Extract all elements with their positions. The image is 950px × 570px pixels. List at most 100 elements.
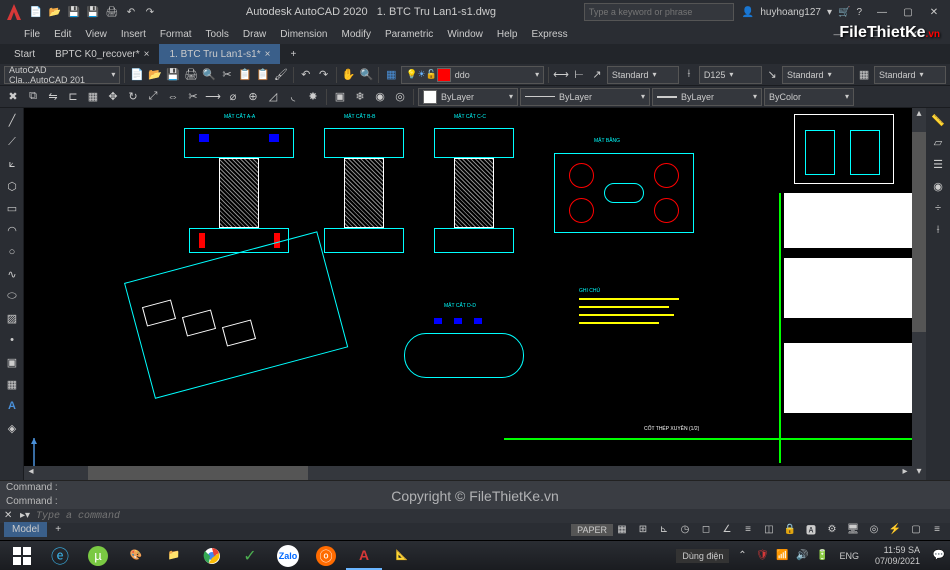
tab-recover[interactable]: BPTC K0_recover* × bbox=[45, 44, 159, 64]
hardwareaccel-icon[interactable]: ⚡ bbox=[886, 521, 904, 539]
spline-icon[interactable]: ∿ bbox=[2, 264, 22, 284]
polar-icon[interactable]: ◷ bbox=[676, 521, 694, 539]
move-icon[interactable]: ✥ bbox=[104, 88, 122, 106]
table-icon[interactable]: ▦ bbox=[2, 374, 22, 394]
linetype-dropdown[interactable]: ByLayer▾ bbox=[520, 88, 650, 106]
layer-manager-icon[interactable]: ▦ bbox=[383, 66, 399, 84]
model-tab[interactable]: Model bbox=[4, 522, 47, 537]
zoom-icon[interactable]: 🔍 bbox=[358, 66, 374, 84]
ellipse-icon[interactable]: ⬭ bbox=[2, 286, 22, 306]
arc-icon[interactable]: ◠ bbox=[2, 220, 22, 240]
redo-icon[interactable]: ↷ bbox=[142, 4, 158, 20]
menu-edit[interactable]: Edit bbox=[54, 29, 71, 40]
area-icon[interactable]: ▱ bbox=[928, 132, 948, 152]
explorer-icon[interactable]: 📁 bbox=[156, 542, 192, 570]
measure-icon[interactable]: ⟊ bbox=[928, 220, 948, 240]
coccoc-icon[interactable]: ✓ bbox=[232, 542, 268, 570]
dimstyle-dropdown[interactable]: Standard▾ bbox=[607, 66, 679, 84]
erase-icon[interactable]: ✖ bbox=[4, 88, 22, 106]
paint-icon[interactable]: 🎨 bbox=[118, 542, 154, 570]
annotation-icon[interactable]: 🅰 bbox=[802, 521, 820, 539]
app2-icon[interactable]: 📐 bbox=[384, 542, 420, 570]
customize-icon[interactable]: ≡ bbox=[928, 521, 946, 539]
preview-icon[interactable]: 🔍 bbox=[201, 66, 217, 84]
ie-icon[interactable]: ⓔ bbox=[42, 542, 78, 570]
shield-icon[interactable]: 🛡 bbox=[755, 549, 769, 563]
search-input[interactable] bbox=[584, 3, 734, 21]
mirror-icon[interactable]: ⇋ bbox=[44, 88, 62, 106]
id-icon[interactable]: ◉ bbox=[928, 176, 948, 196]
fillet-icon[interactable]: ◟ bbox=[284, 88, 302, 106]
save-icon[interactable]: 💾 bbox=[165, 66, 181, 84]
pan-icon[interactable]: ✋ bbox=[341, 66, 357, 84]
menu-insert[interactable]: Insert bbox=[121, 29, 146, 40]
isolate-icon[interactable]: ◎ bbox=[865, 521, 883, 539]
utorrent-icon[interactable]: µ bbox=[80, 542, 116, 570]
tray-chevron-icon[interactable]: ⌃ bbox=[735, 549, 749, 563]
menu-tools[interactable]: Tools bbox=[206, 29, 229, 40]
tab-start[interactable]: Start bbox=[4, 44, 45, 64]
copy-icon[interactable]: 📋 bbox=[237, 66, 253, 84]
chrome-icon[interactable] bbox=[194, 542, 230, 570]
new-icon[interactable]: 📄 bbox=[28, 4, 44, 20]
dim-continue-icon[interactable]: ⊢ bbox=[571, 66, 587, 84]
polyline-icon[interactable]: ⟀ bbox=[2, 154, 22, 174]
menu-view[interactable]: View bbox=[85, 29, 107, 40]
network-icon[interactable]: 📶 bbox=[775, 549, 789, 563]
dim-icon[interactable]: ⟊ bbox=[681, 66, 697, 84]
drawing-canvas[interactable]: MẶT CẮT A-A MẶT CẮT B-B MẶT CẮT C-C MẶT … bbox=[24, 108, 912, 480]
trim-icon[interactable]: ✂ bbox=[184, 88, 202, 106]
ortho-icon[interactable]: ⊾ bbox=[655, 521, 673, 539]
action-center-icon[interactable]: 💬 bbox=[932, 549, 946, 563]
array-icon[interactable]: ▦ bbox=[84, 88, 102, 106]
color-dropdown[interactable]: ByLayer▾ bbox=[418, 88, 518, 106]
lineweight-dropdown[interactable]: ByLayer▾ bbox=[652, 88, 762, 106]
saveas-icon[interactable]: 💾 bbox=[85, 4, 101, 20]
workspace-dropdown[interactable]: AutoCAD Cla...AutoCAD 201▾ bbox=[4, 66, 120, 84]
open-icon[interactable]: 📂 bbox=[147, 66, 163, 84]
redo-icon[interactable]: ↷ bbox=[316, 66, 332, 84]
user-area[interactable]: 👤 huyhoang127 ▾ 🛒 ? bbox=[742, 7, 862, 18]
autocad-task-icon[interactable]: A bbox=[346, 542, 382, 570]
print-icon[interactable]: 🖨 bbox=[183, 66, 199, 84]
menu-dimension[interactable]: Dimension bbox=[280, 29, 327, 40]
mtext-icon[interactable]: A bbox=[2, 396, 22, 416]
extend-icon[interactable]: ⟶ bbox=[204, 88, 222, 106]
divide-icon[interactable]: ÷ bbox=[928, 198, 948, 218]
volume-icon[interactable]: 🔊 bbox=[795, 549, 809, 563]
clock[interactable]: 11:59 SA 07/09/2021 bbox=[869, 545, 926, 567]
menu-file[interactable]: File bbox=[24, 29, 40, 40]
cut-icon[interactable]: ✂ bbox=[219, 66, 235, 84]
close-button[interactable]: ✕ bbox=[922, 2, 946, 22]
workspace-icon[interactable]: ⚙ bbox=[823, 521, 841, 539]
layerfrz-icon[interactable]: ❄ bbox=[351, 88, 369, 106]
new-icon[interactable]: 📄 bbox=[129, 66, 145, 84]
tab-current[interactable]: 1. BTC Tru Lan1-s1* × bbox=[159, 44, 280, 64]
menu-express[interactable]: Express bbox=[531, 29, 567, 40]
menu-window[interactable]: Window bbox=[447, 29, 483, 40]
plotstyle-dropdown[interactable]: ByColor▾ bbox=[764, 88, 854, 106]
menu-modify[interactable]: Modify bbox=[342, 29, 371, 40]
osnap-icon[interactable]: ◻ bbox=[697, 521, 715, 539]
menu-parametric[interactable]: Parametric bbox=[385, 29, 433, 40]
layeron-icon[interactable]: ◎ bbox=[391, 88, 409, 106]
join-icon[interactable]: ⊕ bbox=[244, 88, 262, 106]
list-icon[interactable]: ☰ bbox=[928, 154, 948, 174]
dim-linear-icon[interactable]: ⟷ bbox=[553, 66, 569, 84]
layeroff-icon[interactable]: ◉ bbox=[371, 88, 389, 106]
plot-icon[interactable]: 🖨 bbox=[104, 4, 120, 20]
layout-add-button[interactable]: + bbox=[47, 522, 69, 537]
menu-format[interactable]: Format bbox=[160, 29, 192, 40]
snap-icon[interactable]: ⊞ bbox=[634, 521, 652, 539]
battery-icon[interactable]: 🔋 bbox=[815, 549, 829, 563]
vertical-scrollbar[interactable]: ▴ ▾ bbox=[912, 108, 926, 480]
match-icon[interactable]: 🖌 bbox=[273, 66, 289, 84]
scale-icon[interactable]: ⤢ bbox=[144, 88, 162, 106]
point-icon[interactable]: • bbox=[2, 330, 22, 350]
table-icon[interactable]: ▦ bbox=[856, 66, 872, 84]
hatch-icon[interactable]: ▨ bbox=[2, 308, 22, 328]
multileader-icon[interactable]: ↘ bbox=[764, 66, 780, 84]
horizontal-scrollbar[interactable]: ◂ ▸ bbox=[24, 466, 912, 480]
language-indicator[interactable]: ENG bbox=[835, 551, 863, 561]
otrack-icon[interactable]: ∠ bbox=[718, 521, 736, 539]
